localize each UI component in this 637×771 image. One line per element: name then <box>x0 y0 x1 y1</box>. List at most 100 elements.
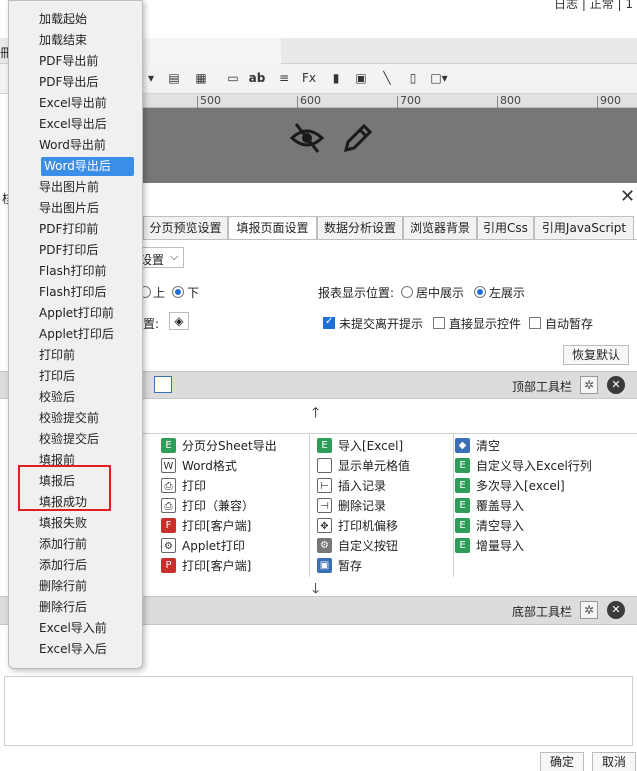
btn-print[interactable]: ⎙ 打印 <box>161 475 206 495</box>
tab-browser-background[interactable]: 浏览器背景 <box>403 216 477 240</box>
merge-cells-icon[interactable]: ▤ <box>165 70 183 86</box>
menu-item[interactable]: PDF打印后 <box>39 241 98 260</box>
tab-css[interactable]: 引用Css <box>477 216 534 240</box>
menu-item[interactable]: 加载结束 <box>39 31 87 50</box>
clipboard-icon[interactable]: ▯ <box>404 70 422 86</box>
btn-temp-save[interactable]: ▣ 暂存 <box>317 555 362 575</box>
btn-page-sheet-export[interactable]: E 分页分Sheet导出 <box>161 435 277 455</box>
ruler-label: 800 <box>500 94 521 107</box>
cell-icon <box>317 457 332 473</box>
display-position-label: 报表显示位置: <box>318 286 395 300</box>
arrow-up-icon[interactable]: 🡑 <box>312 402 319 426</box>
paint-bucket-icon[interactable]: ◈ <box>169 312 189 330</box>
btn-show-cell-value[interactable]: 显示单元格值 <box>317 455 410 475</box>
menu-item[interactable]: 加载起始 <box>39 10 87 29</box>
btn-print-client-pdf[interactable]: P 打印[客户端] <box>161 555 251 575</box>
tab-fill-page[interactable]: 填报页面设置 <box>228 216 317 240</box>
gear-icon[interactable]: ✲ <box>580 601 598 619</box>
grid-divider <box>453 433 454 577</box>
menu-item[interactable]: Excel导入前 <box>39 619 107 638</box>
btn-import-excel[interactable]: E 导入[Excel] <box>317 435 403 455</box>
btn-delete-record[interactable]: ⊣ 删除记录 <box>317 495 386 515</box>
menu-item[interactable]: 删除行前 <box>39 577 87 596</box>
menu-item[interactable]: 删除行后 <box>39 598 87 617</box>
text-ab-icon[interactable]: ab <box>248 70 266 86</box>
btn-custom-import-excel[interactable]: E 自定义导入Excel行列 <box>455 455 592 475</box>
close-icon[interactable]: ✕ <box>607 601 625 619</box>
tab-page-preview[interactable]: 分页预览设置 <box>143 216 228 240</box>
menu-item[interactable]: Excel导出后 <box>39 115 107 134</box>
radio-bottom[interactable] <box>172 286 184 298</box>
radio-center-display[interactable] <box>401 286 413 298</box>
border-icon[interactable]: □▾ <box>430 70 448 86</box>
cancel-button[interactable]: 取消 <box>592 752 636 771</box>
ruler-tick <box>397 96 398 108</box>
slash-icon[interactable]: ╲ <box>378 70 396 86</box>
unsubmitted-prompt-checkbox[interactable] <box>323 316 335 329</box>
menu-item[interactable]: PDF导出前 <box>39 52 98 71</box>
btn-overwrite-import[interactable]: E 覆盖导入 <box>455 495 524 515</box>
bar-chart-icon[interactable]: ▮ <box>327 70 345 86</box>
menu-item[interactable]: 打印后 <box>39 367 75 386</box>
formula-icon[interactable]: Fx <box>300 70 318 86</box>
menu-item[interactable]: 导出图片前 <box>39 178 99 197</box>
grid-divider <box>143 433 637 434</box>
btn-label: 多次导入[excel] <box>476 478 565 493</box>
menu-item[interactable]: Applet打印后 <box>39 325 114 344</box>
btn-printer-offset[interactable]: ✥ 打印机偏移 <box>317 515 398 535</box>
menu-item[interactable]: Flash打印后 <box>39 283 106 302</box>
menu-item[interactable]: 校验提交前 <box>39 409 99 428</box>
menu-item[interactable]: 添加行后 <box>39 556 87 575</box>
menu-item[interactable]: 填报失败 <box>39 514 87 533</box>
auto-save-checkbox[interactable] <box>529 317 541 329</box>
menu-item[interactable]: 打印前 <box>39 346 75 365</box>
btn-insert-record[interactable]: ⊢ 插入记录 <box>317 475 386 495</box>
btn-clear-import[interactable]: E 清空导入 <box>455 515 524 535</box>
btn-incremental-import[interactable]: E 增量导入 <box>455 535 524 555</box>
btn-custom-button[interactable]: ⚙ 自定义按钮 <box>317 535 398 555</box>
dropdown-arrow-icon[interactable]: ▾ <box>142 70 160 86</box>
align-icon[interactable]: ≡ <box>275 70 293 86</box>
gear-icon[interactable]: ✲ <box>580 376 598 394</box>
restore-default-button[interactable]: 恢复默认 <box>563 345 629 365</box>
tab-javascript[interactable]: 引用JavaScript <box>534 216 634 240</box>
left-display-label: 左展示 <box>489 286 526 300</box>
direct-show-controls-checkbox[interactable] <box>433 317 445 329</box>
radio-left-display[interactable] <box>474 286 486 298</box>
menu-item[interactable]: 校验后 <box>39 388 75 407</box>
btn-label: 自定义导入Excel行列 <box>476 458 592 473</box>
menu-item[interactable]: PDF打印前 <box>39 220 98 239</box>
table-icon[interactable]: ▦ <box>192 70 210 86</box>
close-icon[interactable]: ✕ <box>607 376 625 394</box>
textbox-icon[interactable]: ▭ <box>224 70 242 86</box>
chevron-down-icon: ⌵ <box>170 250 179 263</box>
pencil-icon[interactable] <box>342 122 372 154</box>
btn-applet-print[interactable]: ⚙ Applet打印 <box>161 535 245 555</box>
tab-data-analysis[interactable]: 数据分析设置 <box>317 216 403 240</box>
menu-item[interactable]: Applet打印前 <box>39 304 114 323</box>
btn-label: 清空导入 <box>476 518 525 533</box>
btn-print-client[interactable]: F 打印[客户端] <box>161 515 251 535</box>
btn-label: 清空 <box>476 438 501 453</box>
btn-clear[interactable]: ◆ 清空 <box>455 435 500 455</box>
menu-item[interactable]: 校验提交后 <box>39 430 99 449</box>
menu-item[interactable]: Excel导入后 <box>39 640 107 659</box>
menu-item[interactable]: PDF导出后 <box>39 73 98 92</box>
menu-item[interactable]: 导出图片后 <box>39 199 99 218</box>
editor-tab[interactable] <box>143 38 281 64</box>
btn-print-compatible[interactable]: ⎙ 打印（兼容） <box>161 495 254 515</box>
menu-item[interactable]: Flash打印前 <box>39 262 106 281</box>
menu-item-selected[interactable]: Word导出后 <box>41 157 134 176</box>
menu-item[interactable]: Excel导出前 <box>39 94 107 113</box>
btn-label: 自定义按钮 <box>338 538 399 553</box>
menu-item[interactable]: Word导出前 <box>39 136 106 155</box>
close-icon[interactable]: ✕ <box>620 186 635 207</box>
hidden-eye-icon[interactable] <box>290 122 324 154</box>
pdf-icon: P <box>161 557 176 573</box>
ok-button[interactable]: 确定 <box>540 752 584 771</box>
image-icon[interactable]: ▣ <box>352 70 370 86</box>
btn-word-format[interactable]: W Word格式 <box>161 455 237 475</box>
menu-item[interactable]: 添加行前 <box>39 535 87 554</box>
toolbar-widget-icon[interactable] <box>154 376 172 393</box>
btn-multi-import-excel[interactable]: E 多次导入[excel] <box>455 475 565 495</box>
